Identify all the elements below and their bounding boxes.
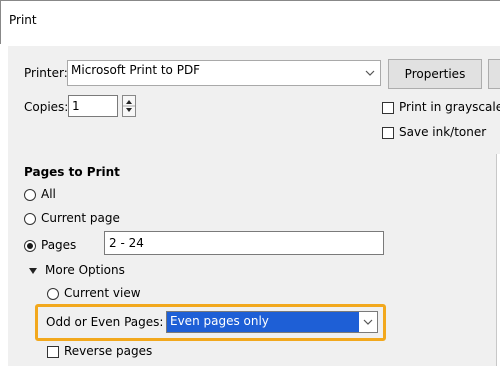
current-view-radio[interactable] (47, 288, 59, 300)
more-options-label[interactable]: More Options (45, 263, 125, 277)
pages-range-value: 2 - 24 (109, 236, 144, 250)
copies-label: Copies: (24, 100, 69, 114)
printer-label: Printer: (24, 66, 68, 80)
grayscale-checkbox[interactable] (382, 102, 394, 114)
pages-radio[interactable] (24, 240, 36, 252)
printer-select-value: Microsoft Print to PDF (71, 63, 201, 77)
pages-to-print-heading: Pages to Print (24, 165, 120, 179)
chevron-down-icon (360, 61, 380, 85)
properties-button[interactable]: Properties (388, 59, 482, 89)
save-ink-label: Save ink/toner (399, 125, 487, 139)
pages-range-input[interactable]: 2 - 24 (104, 231, 384, 255)
copies-input[interactable]: 1 (68, 95, 118, 117)
copies-spinner[interactable] (122, 95, 136, 117)
odd-even-select-value: Even pages only (170, 314, 269, 328)
dialog-titlebar (0, 0, 500, 44)
save-ink-checkbox[interactable] (382, 127, 394, 139)
pages-label: Pages (41, 238, 77, 252)
all-label: All (41, 187, 56, 201)
reverse-pages-checkbox[interactable] (47, 346, 59, 358)
odd-even-select[interactable]: Even pages only (166, 311, 378, 333)
odd-even-label: Odd or Even Pages: (46, 315, 164, 329)
copies-value: 1 (72, 99, 80, 113)
printer-select[interactable]: Microsoft Print to PDF (67, 60, 381, 86)
grayscale-label: Print in grayscale (399, 100, 500, 114)
advanced-button[interactable] (488, 59, 500, 89)
chevron-down-icon (359, 312, 377, 332)
current-page-label: Current page (41, 211, 120, 225)
expand-triangle-icon[interactable] (28, 265, 38, 275)
current-page-radio[interactable] (24, 213, 36, 225)
all-radio[interactable] (24, 189, 36, 201)
reverse-pages-label: Reverse pages (64, 344, 153, 358)
dialog-title: Print (9, 13, 37, 27)
current-view-label: Current view (64, 286, 141, 300)
